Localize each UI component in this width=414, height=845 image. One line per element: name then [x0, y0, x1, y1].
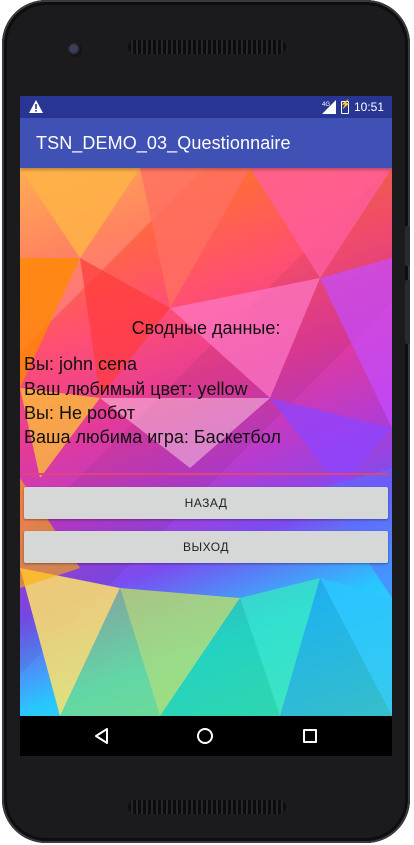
- content-area: Сводные данные: Вы: john cena Ваш любимы…: [20, 168, 392, 716]
- warning-icon: [29, 100, 43, 113]
- top-speaker-grille: [128, 40, 286, 54]
- status-time: 10:51: [353, 100, 384, 114]
- front-camera: [68, 43, 82, 57]
- device-screen: 4G 10:51 TSN_DEMO_03_Questionnaire: [20, 96, 392, 716]
- svg-text:4G: 4G: [322, 102, 330, 108]
- back-button[interactable]: НАЗАД: [24, 487, 388, 519]
- app-bar: TSN_DEMO_03_Questionnaire: [20, 118, 392, 168]
- summary-line-robot: Вы: Не робот: [24, 403, 136, 423]
- bottom-speaker-grille: [128, 800, 286, 814]
- power-button: [405, 280, 410, 344]
- battery-charging-icon: [340, 99, 351, 114]
- divider: [22, 473, 389, 475]
- app-title: TSN_DEMO_03_Questionnaire: [36, 132, 291, 153]
- summary-line-name: Вы: john cena: [24, 354, 138, 374]
- navigation-bar: [20, 716, 392, 756]
- summary-title: Сводные данные:: [131, 318, 281, 338]
- status-bar: 4G 10:51: [20, 96, 392, 118]
- signal-icon: 4G: [321, 100, 336, 114]
- back-triangle-icon[interactable]: [93, 727, 111, 745]
- recents-square-icon[interactable]: [303, 729, 317, 743]
- volume-button: [405, 226, 410, 266]
- summary-line-game: Ваша любима игра: Баскетбол: [24, 427, 281, 447]
- exit-button[interactable]: ВЫХОД: [24, 531, 388, 563]
- status-right-group: 4G 10:51: [321, 96, 384, 118]
- summary-line-color: Ваш любимый цвет: yellow: [24, 379, 248, 399]
- home-circle-icon[interactable]: [197, 728, 213, 744]
